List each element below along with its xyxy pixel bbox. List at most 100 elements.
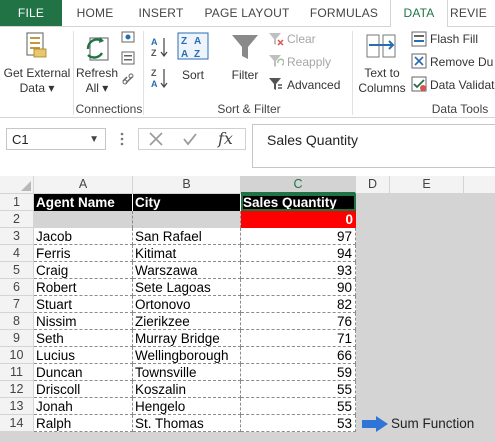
city-cell[interactable]: Kitimat — [133, 245, 241, 262]
svg-text:Z: Z — [194, 49, 200, 60]
row-header[interactable]: 7 — [0, 296, 34, 313]
column-header-f[interactable] — [464, 176, 495, 194]
row-header[interactable]: 12 — [0, 381, 34, 398]
sales-quantity-cell[interactable]: 53 — [241, 415, 356, 432]
remove-duplicates-button[interactable]: Remove Du — [430, 55, 493, 69]
row-header[interactable]: 10 — [0, 347, 34, 364]
formula-input[interactable]: Sales Quantity — [252, 124, 495, 168]
agent-name-cell[interactable]: Jacob — [34, 228, 133, 245]
column-header-a[interactable]: A — [34, 176, 133, 194]
table-header-agent-name[interactable]: Agent Name — [34, 194, 133, 211]
column-header-e[interactable]: E — [390, 176, 464, 194]
row-header[interactable]: 3 — [0, 228, 34, 245]
sales-quantity-cell[interactable]: 97 — [241, 228, 356, 245]
tab-home[interactable]: HOME — [66, 0, 124, 26]
sales-quantity-cell[interactable]: 59 — [241, 364, 356, 381]
clear-button[interactable]: Clear — [287, 32, 316, 46]
more-options-icon[interactable] — [118, 128, 126, 150]
city-cell[interactable]: Koszalin — [133, 381, 241, 398]
sales-quantity-cell[interactable]: 82 — [241, 296, 356, 313]
sort-button[interactable]: Z A A Z Sort — [175, 29, 211, 95]
cell-b2[interactable] — [133, 211, 241, 228]
get-external-data-label-2: Data ▾ — [19, 81, 55, 95]
flash-fill-button[interactable]: Flash Fill — [430, 32, 478, 46]
agent-name-cell[interactable]: Ralph — [34, 415, 133, 432]
sales-quantity-cell[interactable]: 76 — [241, 313, 356, 330]
column-header-d[interactable]: D — [356, 176, 390, 194]
sort-ascending-icon[interactable]: A Z — [151, 36, 169, 58]
row-header[interactable]: 1 — [0, 194, 34, 211]
name-box-dropdown-icon[interactable]: ▼ — [89, 129, 99, 151]
city-cell[interactable]: St. Thomas — [133, 415, 241, 432]
insert-function-icon[interactable]: fx — [218, 128, 233, 150]
column-header-b[interactable]: B — [133, 176, 241, 194]
agent-name-cell[interactable]: Jonah — [34, 398, 133, 415]
filter-button[interactable]: Filter — [224, 29, 266, 95]
properties-icon[interactable] — [121, 51, 135, 65]
sales-quantity-cell[interactable]: 55 — [241, 398, 356, 415]
sales-quantity-cell[interactable]: 66 — [241, 347, 356, 364]
sales-quantity-cell[interactable]: 90 — [241, 279, 356, 296]
sales-quantity-cell[interactable]: 93 — [241, 262, 356, 279]
city-cell[interactable]: Zierikzee — [133, 313, 241, 330]
column-header-c[interactable]: C — [241, 176, 356, 194]
row-header[interactable]: 11 — [0, 364, 34, 381]
city-cell[interactable]: Townsville — [133, 364, 241, 381]
sum-total-cell[interactable]: 0 — [241, 211, 356, 228]
agent-name-cell[interactable]: Robert — [34, 279, 133, 296]
row-header[interactable]: 13 — [0, 398, 34, 415]
table-header-sales-quantity[interactable]: Sales Quantity — [241, 194, 356, 211]
row-header[interactable]: 9 — [0, 330, 34, 347]
city-cell[interactable]: Ortonovo — [133, 296, 241, 313]
agent-name-cell[interactable]: Driscoll — [34, 381, 133, 398]
tab-data[interactable]: DATA — [390, 0, 448, 28]
cancel-icon[interactable] — [148, 131, 164, 147]
refresh-label-2: All ▾ — [85, 81, 109, 95]
row-header[interactable]: 8 — [0, 313, 34, 330]
city-cell[interactable]: Hengelo — [133, 398, 241, 415]
sort-descending-icon[interactable]: Z A — [151, 67, 169, 89]
city-cell[interactable]: Wellingborough — [133, 347, 241, 364]
row-header[interactable]: 14 — [0, 415, 34, 432]
city-cell[interactable]: Murray Bridge — [133, 330, 241, 347]
sales-quantity-cell[interactable]: 71 — [241, 330, 356, 347]
enter-icon[interactable] — [182, 131, 198, 147]
refresh-all-button[interactable]: Refresh All ▾ — [76, 27, 120, 97]
data-validation-button[interactable]: Data Validat — [430, 78, 494, 92]
table-header-city[interactable]: City — [133, 194, 241, 211]
sales-quantity-cell[interactable]: 55 — [241, 381, 356, 398]
reapply-button[interactable]: Reapply — [287, 55, 331, 69]
tab-review[interactable]: REVIE — [450, 0, 495, 26]
edit-links-icon[interactable] — [121, 72, 135, 86]
row-header[interactable]: 6 — [0, 279, 34, 296]
agent-name-cell[interactable]: Stuart — [34, 296, 133, 313]
clear-filter-icon — [269, 33, 284, 46]
tab-insert[interactable]: INSERT — [128, 0, 194, 26]
advanced-button[interactable]: Advanced — [287, 78, 340, 92]
sales-quantity-cell[interactable]: 94 — [241, 245, 356, 262]
agent-name-cell[interactable]: Lucius — [34, 347, 133, 364]
sort-label: Sort — [181, 68, 204, 82]
get-external-data-button[interactable]: Get External Data ▾ — [0, 27, 70, 97]
agent-name-cell[interactable]: Ferris — [34, 245, 133, 262]
connections-icon[interactable] — [121, 30, 135, 44]
cell-a2[interactable] — [34, 211, 133, 228]
row-header[interactable]: 4 — [0, 245, 34, 262]
flash-fill-icon — [411, 31, 427, 47]
tab-page-layout[interactable]: PAGE LAYOUT — [198, 0, 296, 26]
row-header[interactable]: 2 — [0, 211, 34, 228]
row-header[interactable]: 5 — [0, 262, 34, 279]
tab-formulas[interactable]: FORMULAS — [300, 0, 388, 26]
tab-file[interactable]: FILE — [0, 0, 62, 26]
city-cell[interactable]: Sete Lagoas — [133, 279, 241, 296]
city-cell[interactable]: San Rafael — [133, 228, 241, 245]
city-cell[interactable]: Warszawa — [133, 262, 241, 279]
name-box[interactable]: C1 ▼ — [6, 128, 106, 150]
text-to-columns-button[interactable]: Text to Columns — [355, 29, 407, 99]
agent-name-cell[interactable]: Craig — [34, 262, 133, 279]
agent-name-cell[interactable]: Nissim — [34, 313, 133, 330]
agent-name-cell[interactable]: Duncan — [34, 364, 133, 381]
agent-name-cell[interactable]: Seth — [34, 330, 133, 347]
sum-function-annotation: Sum Function — [391, 416, 475, 431]
select-all-corner[interactable] — [0, 176, 34, 194]
